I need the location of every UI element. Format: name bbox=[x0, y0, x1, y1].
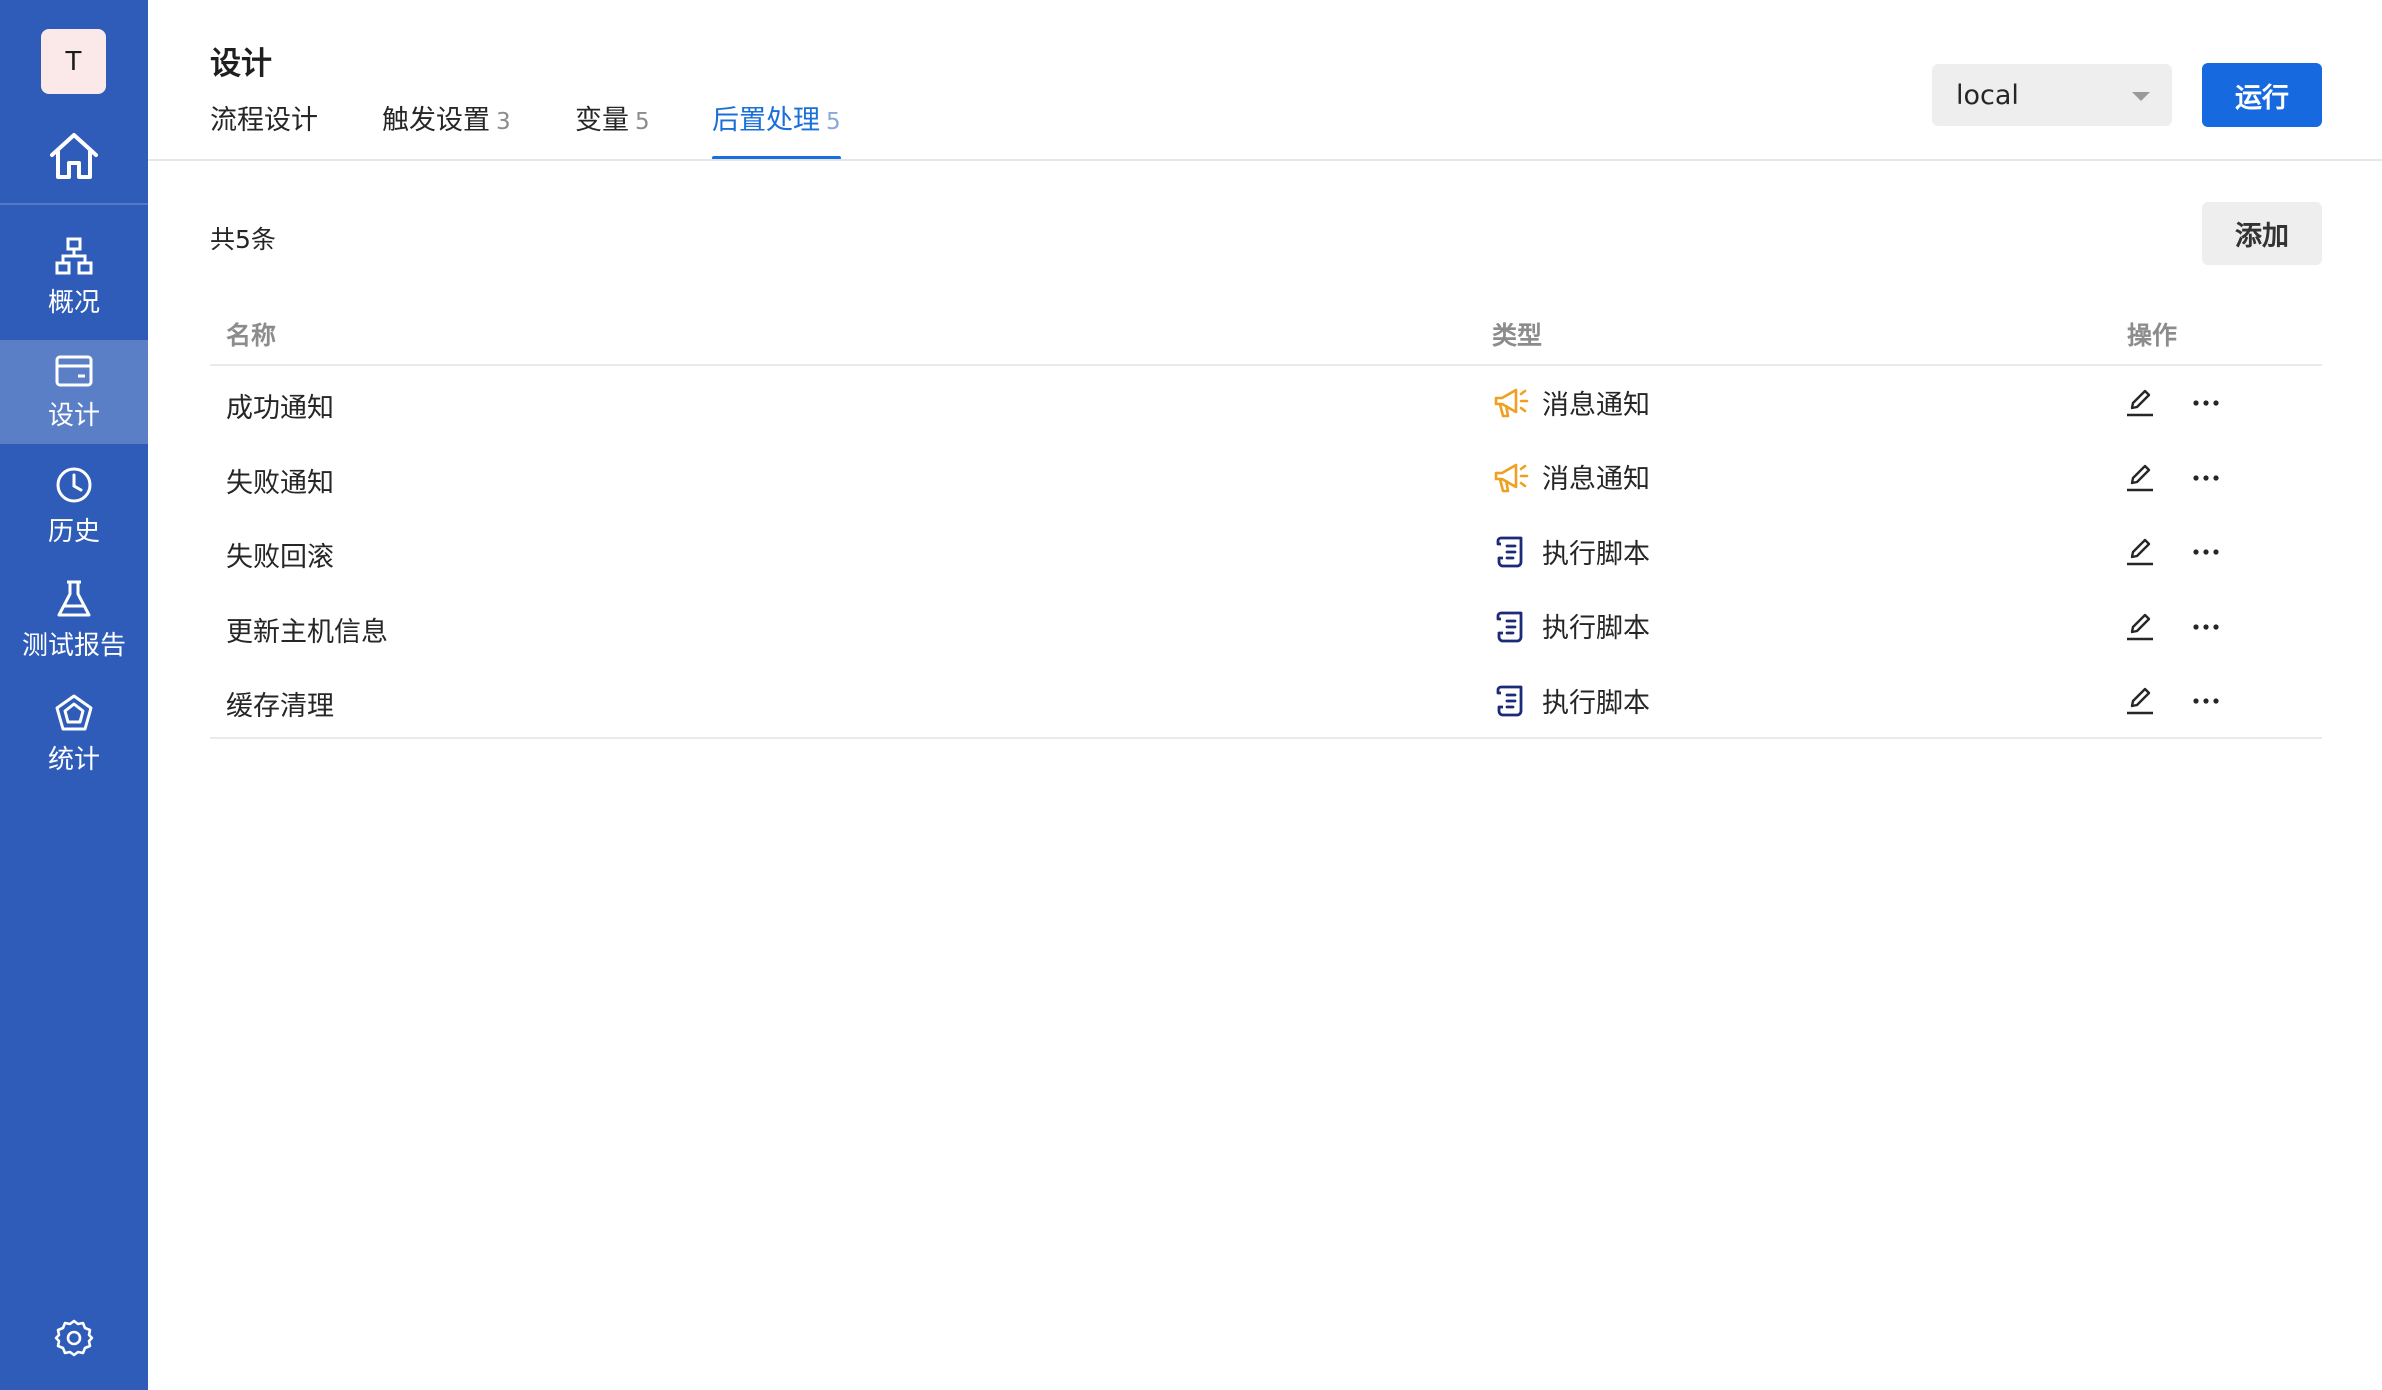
table-row: 失败通知 消息通知 bbox=[210, 441, 2322, 516]
column-header-type: 类型 bbox=[1492, 321, 1543, 350]
row-actions bbox=[2122, 380, 2224, 424]
row-name: 更新主机信息 bbox=[226, 616, 388, 648]
row-type: 执行脚本 bbox=[1492, 529, 1650, 573]
tab-label: 流程设计 bbox=[210, 105, 318, 136]
chevron-down-icon bbox=[2132, 92, 2150, 101]
sidebar-divider bbox=[0, 203, 148, 205]
post-processing-table: 名称 类型 操作 成功通知 消息通知 失败通知 消息通知 失败回滚 执行脚本 更… bbox=[210, 300, 2322, 739]
edit-icon[interactable] bbox=[2122, 384, 2158, 420]
tab-count: 3 bbox=[496, 109, 511, 135]
avatar-letter: T bbox=[65, 46, 82, 77]
header-divider bbox=[148, 159, 2382, 161]
row-actions bbox=[2122, 678, 2224, 722]
megaphone-icon bbox=[1492, 458, 1530, 496]
script-scroll-icon bbox=[1492, 607, 1530, 645]
edit-icon[interactable] bbox=[2122, 608, 2158, 644]
sidebar-item-label: 统计 bbox=[47, 744, 100, 775]
row-actions bbox=[2122, 455, 2224, 499]
gear-icon bbox=[54, 1319, 94, 1357]
page-title: 设计 bbox=[210, 46, 272, 82]
row-type-label: 执行脚本 bbox=[1542, 613, 1650, 644]
sidebar-item-label: 测试报告 bbox=[21, 630, 126, 661]
table-row: 失败回滚 执行脚本 bbox=[210, 515, 2322, 590]
row-name: 缓存清理 bbox=[226, 691, 334, 722]
row-type: 消息通知 bbox=[1492, 455, 1650, 499]
radar-icon bbox=[55, 694, 93, 730]
tab-label: 后置处理 bbox=[712, 105, 820, 136]
column-header-actions: 操作 bbox=[2127, 321, 2178, 350]
avatar[interactable]: T bbox=[41, 29, 106, 94]
tab-flow-design[interactable]: 流程设计 bbox=[210, 98, 318, 160]
more-icon[interactable] bbox=[2188, 608, 2224, 644]
column-header-name: 名称 bbox=[226, 321, 277, 350]
more-icon[interactable] bbox=[2188, 533, 2224, 569]
sidebar-item-label: 概况 bbox=[47, 287, 100, 318]
flask-icon bbox=[57, 580, 91, 616]
more-icon[interactable] bbox=[2188, 384, 2224, 420]
card-icon bbox=[55, 355, 93, 386]
run-button[interactable]: 运行 bbox=[2202, 63, 2322, 127]
row-actions bbox=[2122, 529, 2224, 573]
row-type-label: 消息通知 bbox=[1542, 389, 1650, 421]
sidebar: T 概况 设计 历史 测试报告 统计 bbox=[0, 0, 148, 1390]
edit-icon[interactable] bbox=[2122, 459, 2158, 495]
tab-count: 5 bbox=[635, 109, 650, 135]
home-button[interactable] bbox=[0, 112, 148, 200]
tab-label: 触发设置 bbox=[382, 105, 490, 136]
edit-icon[interactable] bbox=[2122, 682, 2158, 718]
script-scroll-icon bbox=[1492, 532, 1530, 570]
sidebar-item-design[interactable]: 设计 bbox=[0, 340, 148, 444]
row-actions bbox=[2122, 604, 2224, 648]
row-type: 执行脚本 bbox=[1492, 604, 1650, 648]
clock-icon bbox=[56, 467, 92, 502]
tab-variables[interactable]: 变量 5 bbox=[575, 98, 650, 160]
tab-trigger-settings[interactable]: 触发设置 3 bbox=[382, 98, 511, 160]
edit-icon[interactable] bbox=[2122, 533, 2158, 569]
app-window: T 概况 设计 历史 测试报告 统计 设计 流程设计 触发设置 3 变量 5 后… bbox=[0, 0, 2382, 1390]
environment-select[interactable]: local bbox=[1932, 64, 2172, 126]
row-type-label: 消息通知 bbox=[1542, 464, 1650, 495]
row-type: 执行脚本 bbox=[1492, 678, 1650, 722]
sidebar-item-label: 历史 bbox=[47, 516, 100, 547]
table-row: 缓存清理 执行脚本 bbox=[210, 664, 2322, 739]
home-icon bbox=[50, 133, 98, 179]
row-type-label: 执行脚本 bbox=[1542, 538, 1650, 570]
org-chart-icon bbox=[55, 237, 93, 274]
script-scroll-icon bbox=[1492, 681, 1530, 719]
row-name: 成功通知 bbox=[226, 393, 334, 424]
row-name: 失败回滚 bbox=[226, 542, 334, 573]
total-count: 共5条 bbox=[210, 225, 276, 254]
more-icon[interactable] bbox=[2188, 682, 2224, 718]
sidebar-item-label: 设计 bbox=[47, 400, 100, 431]
environment-value: local bbox=[1956, 79, 2019, 111]
row-type-label: 执行脚本 bbox=[1542, 687, 1650, 719]
sidebar-item-overview[interactable]: 概况 bbox=[0, 225, 148, 329]
sidebar-item-statistics[interactable]: 统计 bbox=[0, 682, 148, 786]
sidebar-item-test-report[interactable]: 测试报告 bbox=[0, 568, 148, 672]
row-name: 失败通知 bbox=[226, 467, 334, 499]
add-button[interactable]: 添加 bbox=[2202, 202, 2322, 265]
sidebar-item-history[interactable]: 历史 bbox=[0, 454, 148, 558]
megaphone-icon bbox=[1492, 383, 1530, 421]
tab-label: 变量 bbox=[575, 105, 629, 136]
table-row: 成功通知 消息通知 bbox=[210, 366, 2322, 441]
table-row: 更新主机信息 执行脚本 bbox=[210, 590, 2322, 665]
table-header: 名称 类型 操作 bbox=[210, 300, 2322, 366]
tab-post-processing[interactable]: 后置处理 5 bbox=[712, 98, 841, 160]
settings-button[interactable] bbox=[0, 1300, 148, 1376]
tab-count: 5 bbox=[826, 109, 841, 135]
more-icon[interactable] bbox=[2188, 459, 2224, 495]
row-type: 消息通知 bbox=[1492, 380, 1650, 424]
